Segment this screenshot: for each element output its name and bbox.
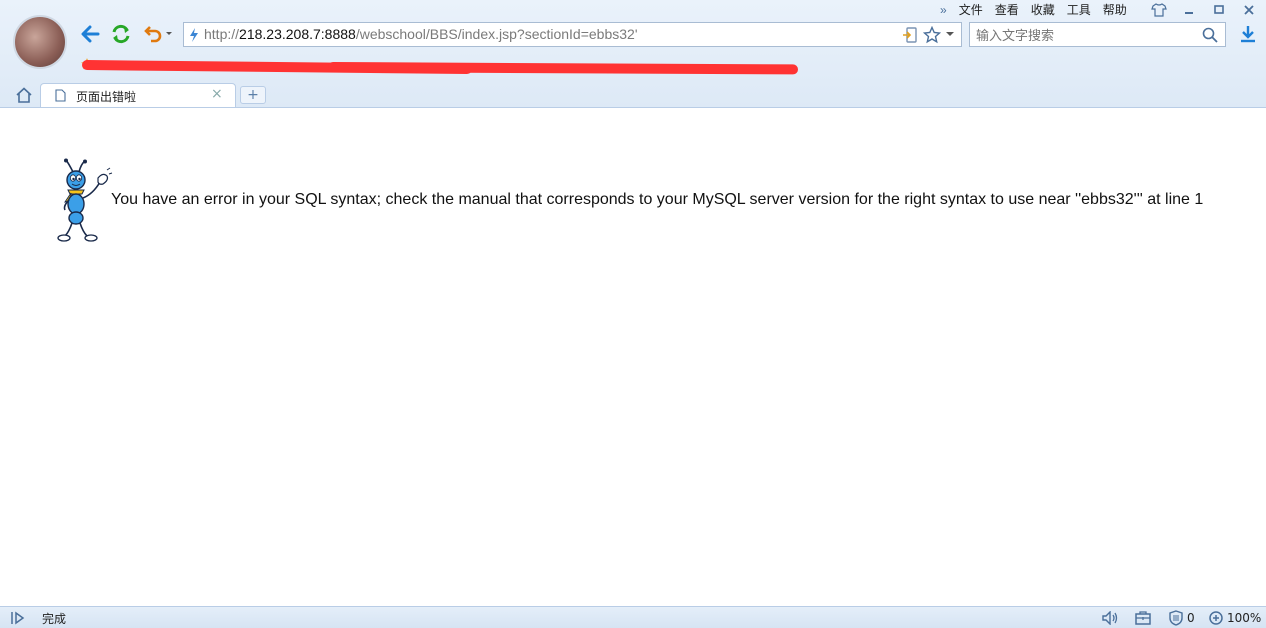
status-text: 完成	[42, 612, 67, 626]
redaction-mark	[408, 66, 628, 72]
search-icon[interactable]	[1202, 27, 1218, 43]
address-url[interactable]: http://218.23.208.7:8888/webschool/BBS/i…	[204, 26, 638, 42]
tab-close-icon[interactable]: ×	[211, 86, 223, 102]
minimize-icon[interactable]	[1174, 0, 1204, 20]
address-dropdown-icon[interactable]	[946, 32, 954, 38]
menu-file[interactable]: 文件	[959, 2, 983, 18]
compat-mode-icon[interactable]	[902, 27, 918, 43]
menu-help[interactable]: 帮助	[1103, 2, 1127, 18]
menu-bar: » 文件 查看 收藏 工具 帮助	[940, 2, 1139, 18]
download-icon	[1241, 26, 1255, 43]
sql-error-message: You have an error in your SQL syntax; ch…	[111, 191, 1204, 208]
close-window-icon[interactable]	[1234, 0, 1264, 20]
zoom-level: 100%	[1227, 611, 1262, 625]
adblock-shield-icon[interactable]: 0	[1168, 609, 1195, 627]
back-button[interactable]	[78, 22, 102, 46]
search-input[interactable]	[974, 25, 1198, 46]
menu-more-icon[interactable]: »	[940, 2, 947, 18]
home-button[interactable]	[12, 83, 36, 107]
back-arrow-icon	[81, 25, 100, 43]
tab-active[interactable]: 页面出错啦 ×	[40, 83, 236, 107]
maximize-icon[interactable]	[1204, 0, 1234, 20]
volume-icon[interactable]	[1101, 609, 1119, 627]
home-icon	[16, 87, 32, 103]
browser-chrome: » 文件 查看 收藏 工具 帮助 http://218.23.208.7:888…	[0, 0, 1266, 108]
menu-favorites[interactable]: 收藏	[1031, 2, 1055, 18]
skin-icon[interactable]	[1144, 0, 1174, 20]
tab-strip: 页面出错啦 × +	[0, 82, 1266, 107]
search-box	[969, 22, 1226, 47]
tab-title: 页面出错啦	[76, 90, 137, 104]
status-bar: 完成 0 100%	[0, 606, 1266, 628]
ant-mascot-icon	[57, 158, 113, 242]
address-bar[interactable]: http://218.23.208.7:8888/webschool/BBS/i…	[183, 22, 962, 47]
undo-close-button[interactable]	[141, 22, 175, 46]
sidebar-toggle-icon[interactable]	[10, 609, 26, 627]
menu-view[interactable]: 查看	[995, 2, 1019, 18]
undo-dropdown-icon[interactable]	[165, 31, 173, 37]
user-avatar[interactable]	[13, 15, 67, 69]
zoom-icon	[1209, 611, 1223, 625]
zoom-control[interactable]: 100%	[1208, 609, 1261, 627]
toolbox-icon[interactable]	[1134, 609, 1152, 627]
refresh-icon	[112, 24, 130, 44]
page-icon	[55, 89, 66, 102]
undo-icon	[144, 26, 162, 43]
menu-tools[interactable]: 工具	[1067, 2, 1091, 18]
star-favorite-icon[interactable]	[923, 26, 941, 44]
refresh-button[interactable]	[109, 22, 133, 46]
new-tab-button[interactable]: +	[240, 86, 266, 104]
favorites-bar	[78, 54, 808, 76]
lightning-icon	[190, 28, 198, 42]
adblock-count: 0	[1187, 611, 1195, 625]
download-button[interactable]	[1236, 22, 1260, 46]
page-content: You have an error in your SQL syntax; ch…	[0, 108, 1266, 606]
